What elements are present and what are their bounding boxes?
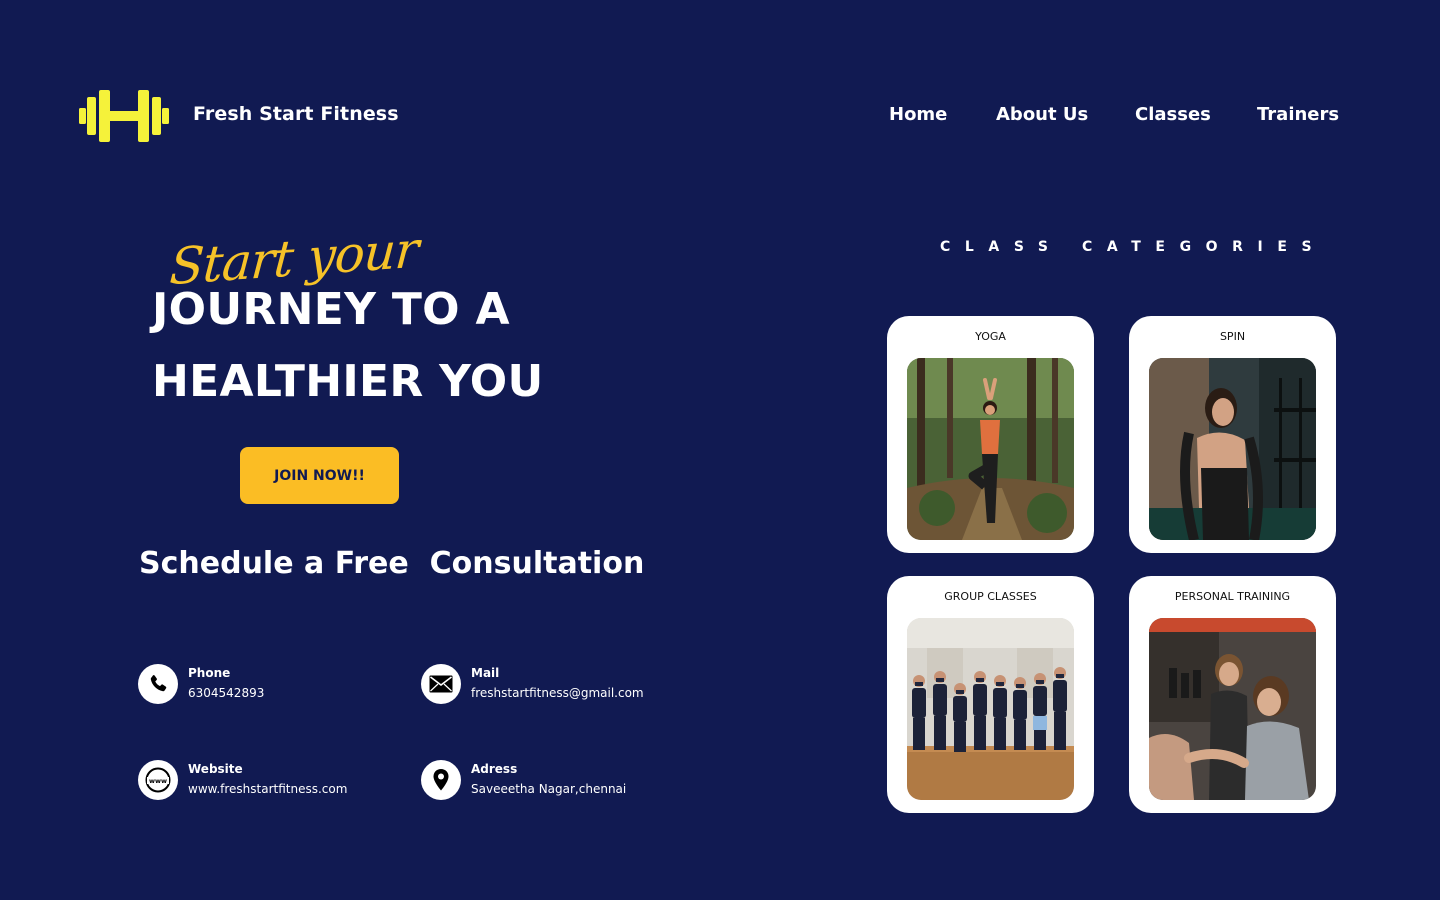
group-classes-photo bbox=[907, 618, 1074, 800]
card-label-personal-training: PERSONAL TRAINING bbox=[1174, 590, 1291, 603]
join-now-button[interactable]: JOIN NOW!! bbox=[240, 447, 399, 504]
class-categories-title: CLASS CATEGORIES bbox=[940, 239, 1327, 255]
address-value[interactable]: Saveeetha Nagar,chennai bbox=[471, 782, 626, 796]
card-label-yoga: YOGA bbox=[975, 330, 1006, 343]
phone-label: Phone bbox=[188, 666, 231, 680]
category-card-spin[interactable]: SPIN bbox=[1129, 316, 1336, 553]
hero-headline-line-2: HEALTHIER YOU bbox=[152, 356, 544, 407]
envelope-icon bbox=[421, 664, 461, 704]
spin-photo bbox=[1149, 358, 1316, 540]
mail-label: Mail bbox=[471, 666, 500, 680]
yoga-photo bbox=[907, 358, 1074, 540]
nav-home[interactable]: Home bbox=[889, 104, 947, 125]
mail-value[interactable]: freshstartfitness@gmail.com bbox=[471, 686, 644, 700]
category-card-personal-training[interactable]: PERSONAL TRAINING bbox=[1129, 576, 1336, 813]
logo-dumbbell-icon[interactable] bbox=[79, 88, 169, 144]
brand-name[interactable]: Fresh Start Fitness bbox=[193, 103, 399, 125]
address-label: Adress bbox=[471, 762, 518, 776]
card-label-spin: SPIN bbox=[1219, 330, 1246, 343]
consultation-heading: Schedule a Free Consultation bbox=[139, 546, 645, 581]
contact-mail bbox=[421, 664, 461, 704]
nav-about-us[interactable]: About Us bbox=[996, 104, 1088, 125]
card-label-group-classes: GROUP CLASSES bbox=[944, 590, 1037, 603]
contact-phone bbox=[138, 664, 178, 704]
contact-website: www bbox=[138, 760, 178, 800]
personal-training-photo bbox=[1149, 618, 1316, 800]
phone-icon bbox=[138, 664, 178, 704]
contact-address bbox=[421, 760, 461, 800]
phone-value[interactable]: 6304542893 bbox=[188, 686, 264, 700]
website-value[interactable]: www.freshstartfitness.com bbox=[188, 782, 347, 796]
category-card-yoga[interactable]: YOGA bbox=[887, 316, 1094, 553]
svg-text:www: www bbox=[149, 777, 167, 785]
website-label: Website bbox=[188, 762, 243, 776]
www-globe-icon: www bbox=[138, 760, 178, 800]
nav-classes[interactable]: Classes bbox=[1135, 104, 1211, 125]
nav-trainers[interactable]: Trainers bbox=[1257, 104, 1339, 125]
location-pin-icon bbox=[421, 760, 461, 800]
category-card-group-classes[interactable]: GROUP CLASSES bbox=[887, 576, 1094, 813]
